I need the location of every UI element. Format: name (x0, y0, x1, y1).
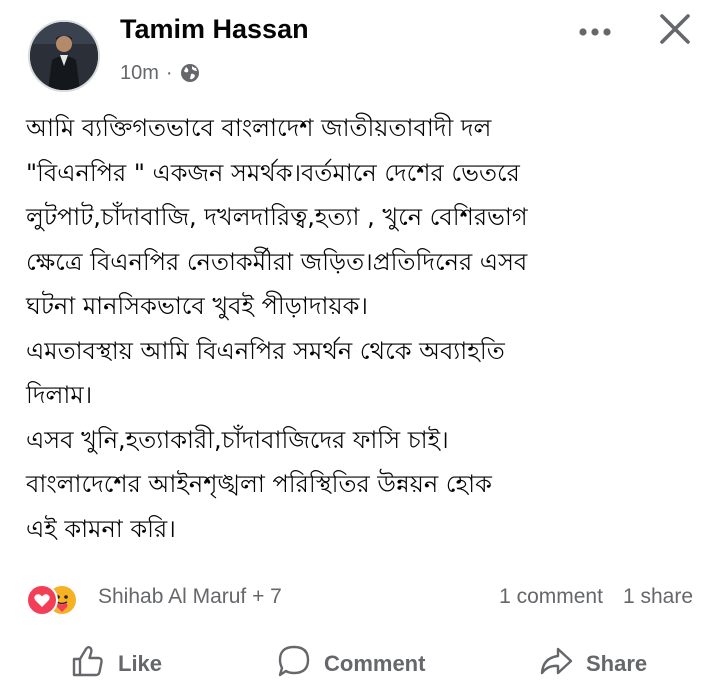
post-text-line: এই কামনা করি। (26, 514, 176, 543)
reaction-icons[interactable] (26, 584, 98, 616)
close-button[interactable] (652, 8, 698, 54)
comment-label: Comment (324, 651, 426, 676)
share-label: Share (586, 651, 648, 676)
share-icon (538, 643, 574, 685)
post-text-line: "বিএনপির " একজন সমর্থক।বর্তমানে দেশের ভে… (26, 158, 520, 187)
love-reaction-icon (26, 584, 58, 616)
comment-button[interactable]: Comment (276, 644, 425, 684)
reactions-bar: Shihab Al Maruf + 7 1 comment 1 share (0, 576, 701, 620)
post-text: আমি ব্যক্তিগতভাবে বাংলাদেশ জাতীয়তাবাদী … (26, 106, 690, 551)
post-text-line: এমতাবস্থায় আমি বিএনপির সমর্থন থেকে অব্য… (26, 336, 505, 365)
like-label: Like (118, 651, 163, 676)
comment-count[interactable]: 1 comment (499, 585, 603, 609)
globe-icon (180, 63, 200, 83)
post-text-line: দিলাম। (26, 381, 93, 409)
share-count[interactable]: 1 share (623, 585, 693, 609)
post-text-line: ক্ষেত্রে বিএনপির নেতাকর্মীরা জড়িত।প্রতি… (26, 247, 528, 276)
engagement-counts: 1 comment 1 share (499, 585, 693, 609)
author-name[interactable]: Tamim Hassan (120, 14, 309, 45)
more-horizontal-icon (575, 23, 615, 42)
like-button[interactable]: Like (70, 644, 162, 684)
post-time[interactable]: 10m (120, 62, 159, 85)
post-actions: Like Comment Share (0, 636, 701, 692)
close-icon (658, 12, 692, 50)
post-text-line: বাংলাদেশের আইনশৃঙ্খলা পরিস্থিতির উন্নয়ন… (26, 470, 492, 498)
post-text-line: ঘটনা মানসিকভাবে খুবই পীড়াদায়ক। (26, 292, 368, 320)
post-header: Tamim Hassan 10m · (0, 0, 701, 100)
reaction-names[interactable]: Shihab Al Maruf + 7 (98, 585, 282, 609)
post-meta: 10m · (120, 60, 200, 86)
post-text-line: আমি ব্যক্তিগতভাবে বাংলাদেশ জাতীয়তাবাদী … (26, 114, 492, 142)
more-options-button[interactable] (572, 14, 618, 50)
meta-separator: · (165, 61, 173, 84)
post-text-line: এসব খুনি,হত্যাকারী,চাঁদাবাজিদের ফাসি চাই… (26, 425, 449, 454)
thumbs-up-icon (70, 643, 106, 685)
post-text-line: লুটপাট,চাঁদাবাজি, দখলদারিত্ব,হত্যা , খুন… (26, 203, 528, 231)
comment-icon (276, 643, 312, 685)
author-avatar[interactable] (28, 20, 100, 92)
share-button[interactable]: Share (538, 644, 647, 684)
